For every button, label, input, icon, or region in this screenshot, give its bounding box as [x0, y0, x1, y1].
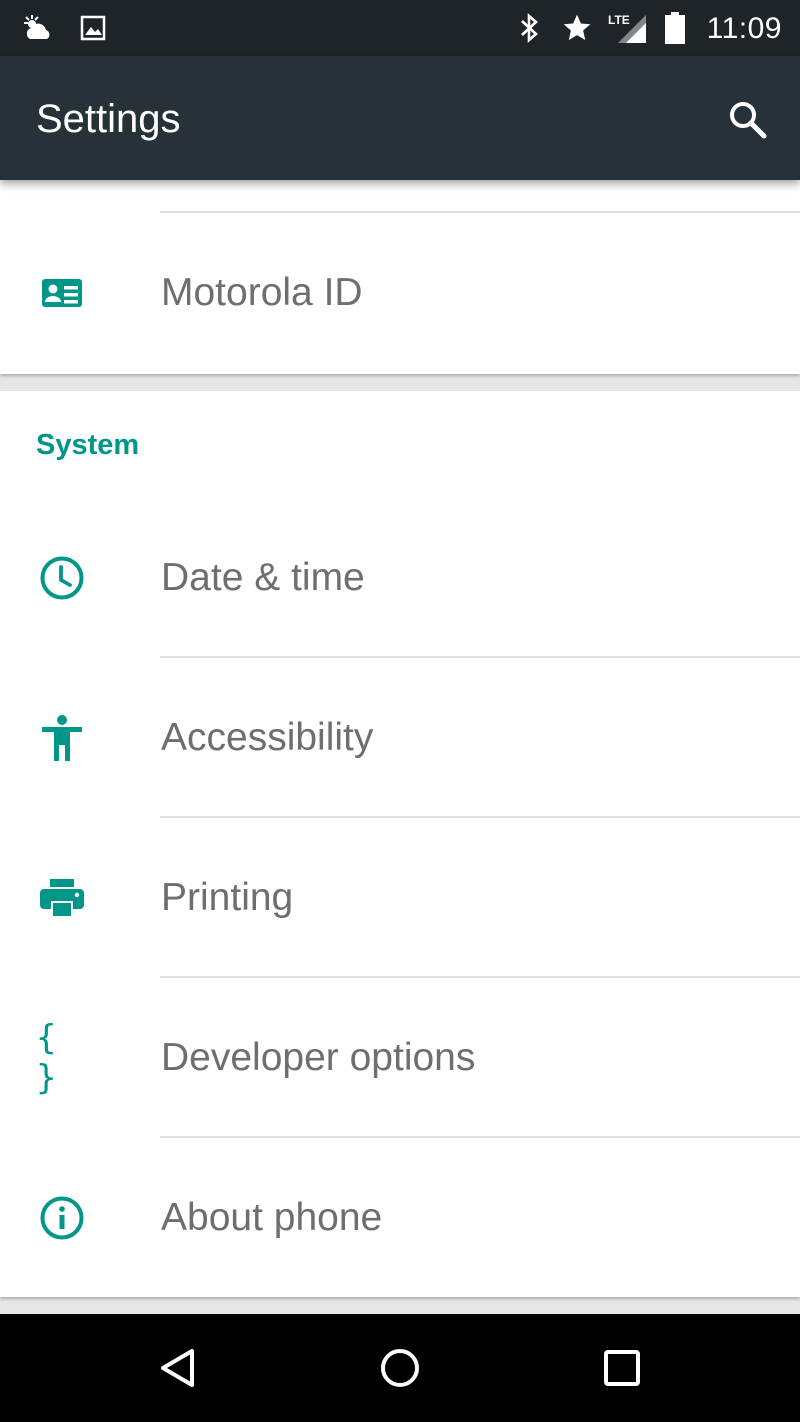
status-clock: 11:09	[706, 12, 782, 45]
list-item-printing[interactable]: Printing	[0, 818, 800, 978]
clock-icon	[36, 552, 88, 604]
network-type-label: LTE	[608, 13, 630, 27]
recents-icon	[604, 1350, 640, 1386]
info-icon	[36, 1192, 88, 1244]
status-bar: LTE 11:09	[0, 0, 800, 56]
home-icon	[381, 1349, 419, 1387]
printer-icon	[36, 872, 88, 924]
personal-card: Motorola ID	[0, 180, 800, 374]
list-item-label: Printing	[161, 876, 294, 919]
back-icon	[161, 1349, 194, 1387]
list-item-date-time[interactable]: Date & time	[0, 498, 800, 658]
lte-signal-icon: LTE	[606, 0, 650, 56]
list-item-about-phone[interactable]: About phone	[0, 1138, 800, 1298]
page-title: Settings	[36, 97, 181, 141]
braces-icon: { }	[36, 1018, 88, 1098]
bluetooth-icon	[518, 0, 542, 56]
list-item-developer-options[interactable]: { } Developer options	[0, 978, 800, 1138]
list-item-label: Date & time	[161, 556, 365, 599]
settings-list[interactable]: Motorola ID System Date & time Accessibi…	[0, 180, 800, 1314]
list-item-label: Motorola ID	[161, 271, 363, 314]
image-notification-icon	[80, 0, 106, 56]
search-button[interactable]	[724, 96, 772, 144]
weather-partly-cloudy-icon	[22, 0, 58, 56]
list-item-label: Accessibility	[161, 716, 374, 759]
search-icon	[730, 102, 767, 139]
accessibility-icon	[36, 712, 88, 764]
list-item-motorola-id[interactable]: Motorola ID	[0, 213, 800, 373]
back-button[interactable]	[150, 1340, 206, 1396]
list-item-label: Developer options	[161, 1036, 476, 1079]
list-item-label: About phone	[161, 1196, 383, 1239]
battery-icon	[664, 0, 686, 56]
star-icon	[560, 0, 594, 56]
home-button[interactable]	[372, 1340, 428, 1396]
app-bar: Settings	[0, 56, 800, 180]
section-header-system: System	[36, 429, 140, 461]
list-item-accessibility[interactable]: Accessibility	[0, 658, 800, 818]
recents-button[interactable]	[594, 1340, 650, 1396]
id-card-icon	[36, 267, 88, 319]
braces-glyph: { }	[36, 1018, 63, 1098]
system-card: System Date & time Accessibility Printin…	[0, 391, 800, 1297]
navigation-bar	[0, 1314, 800, 1422]
